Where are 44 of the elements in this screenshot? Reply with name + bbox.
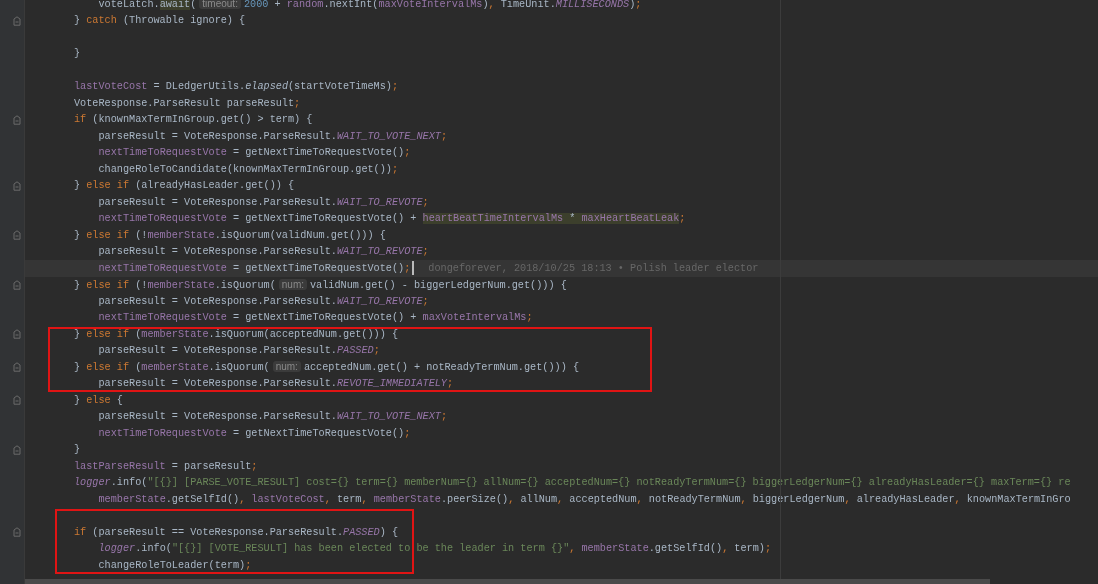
code-line: } else if (!memberState.isQuorum( num: validNum.get() - biggerLedgerNum.get())) {	[74, 277, 567, 293]
code-line: if (knownMaxTermInGroup.get() > term) {	[74, 113, 313, 128]
code-line: logger.info("[{}] [VOTE_RESULT] has been elected to be the leader in term {}", memberState.getSelfId(), term);	[98, 542, 772, 557]
code-line: voteLatch.await( timeout: 2000 + random.nextInt(maxVoteIntervalMs), TimeUnit.MILLISECONDS);	[98, 0, 642, 13]
code-line: } else if (alreadyHasLeader.get()) {	[74, 179, 295, 194]
code-line: }	[74, 47, 81, 62]
fold-icon[interactable]	[13, 230, 21, 241]
code-line: parseResult = VoteResponse.ParseResult.WAIT_TO_REVOTE;	[98, 245, 429, 260]
code-line: VoteResponse.ParseResult parseResult;	[74, 96, 301, 111]
scrollbar-thumb[interactable]	[25, 579, 990, 584]
code-line: parseResult = VoteResponse.ParseResult.PASSED;	[98, 344, 380, 359]
code-line: memberState.getSelfId(), lastVoteCost, term, memberState.peerSize(), allNum, acceptedNum, notReadyTermNum, biggerLedgerNum, alreadyHasLeader, knownMaxTermInGro	[98, 492, 1071, 507]
fold-icon[interactable]	[13, 527, 21, 538]
code-line: parseResult = VoteResponse.ParseResult.WAIT_TO_REVOTE;	[98, 294, 429, 309]
fold-icon[interactable]	[13, 180, 21, 191]
code-line: } catch (Throwable ignore) {	[74, 14, 246, 29]
code-line: nextTimeToRequestVote = getNextTimeToRequestVote();	[98, 426, 411, 441]
code-line: } else {	[74, 393, 123, 408]
fold-icon[interactable]	[13, 329, 21, 340]
code-line: logger.info("[{}] [PARSE_VOTE_RESULT] cost={} term={} memberNum={} allNum={} acceptedNum={} notReadyTermNum={} biggerLedgerNum={} alreadyHasLeader={} maxTerm={} re	[74, 476, 1071, 491]
code-line: nextTimeToRequestVote = getNextTimeToRequestVote() + heartBeatTimeIntervalMs * maxHeartBeatLeak;	[98, 212, 686, 227]
code-line: nextTimeToRequestVote = getNextTimeToRequestVote() + maxVoteIntervalMs;	[98, 311, 533, 326]
code-line: lastParseResult = parseResult;	[74, 459, 258, 474]
text-cursor	[412, 261, 415, 276]
fold-icon[interactable]	[13, 444, 21, 455]
code-line: nextTimeToRequestVote = getNextTimeToRequestVote();	[98, 146, 411, 161]
code-line: parseResult = VoteResponse.ParseResult.WAIT_TO_VOTE_NEXT;	[98, 410, 447, 425]
code-line: parseResult = VoteResponse.ParseResult.WAIT_TO_VOTE_NEXT;	[98, 129, 447, 144]
code-line: nextTimeToRequestVote = getNextTimeToRequestVote();	[98, 261, 411, 276]
fold-icon[interactable]	[13, 15, 21, 26]
code-line: } else if (memberState.isQuorum( num: acceptedNum.get() + notReadyTermNum.get())) {	[74, 360, 579, 376]
code-line: changeRoleToCandidate(knownMaxTermInGroup.get());	[98, 162, 399, 177]
code-line: } else if (memberState.isQuorum(acceptedNum.get())) {	[74, 327, 399, 342]
code-line: changeRoleToLeader(term);	[98, 558, 252, 573]
code-line: lastVoteCost = DLedgerUtils.elapsed(startVoteTimeMs);	[74, 80, 399, 95]
code-line: parseResult = VoteResponse.ParseResult.WAIT_TO_REVOTE;	[98, 195, 429, 210]
code-line: } else if (!memberState.isQuorum(validNum.get())) {	[74, 228, 386, 243]
code-line: parseResult = VoteResponse.ParseResult.REVOTE_IMMEDIATELY;	[98, 377, 454, 392]
code-line: if (parseResult == VoteResponse.ParseResult.PASSED) {	[74, 525, 399, 540]
fold-icon[interactable]	[13, 362, 21, 373]
code-line: }	[74, 443, 81, 458]
fold-icon[interactable]	[13, 279, 21, 290]
fold-icon[interactable]	[13, 114, 21, 125]
fold-icon[interactable]	[13, 395, 21, 406]
